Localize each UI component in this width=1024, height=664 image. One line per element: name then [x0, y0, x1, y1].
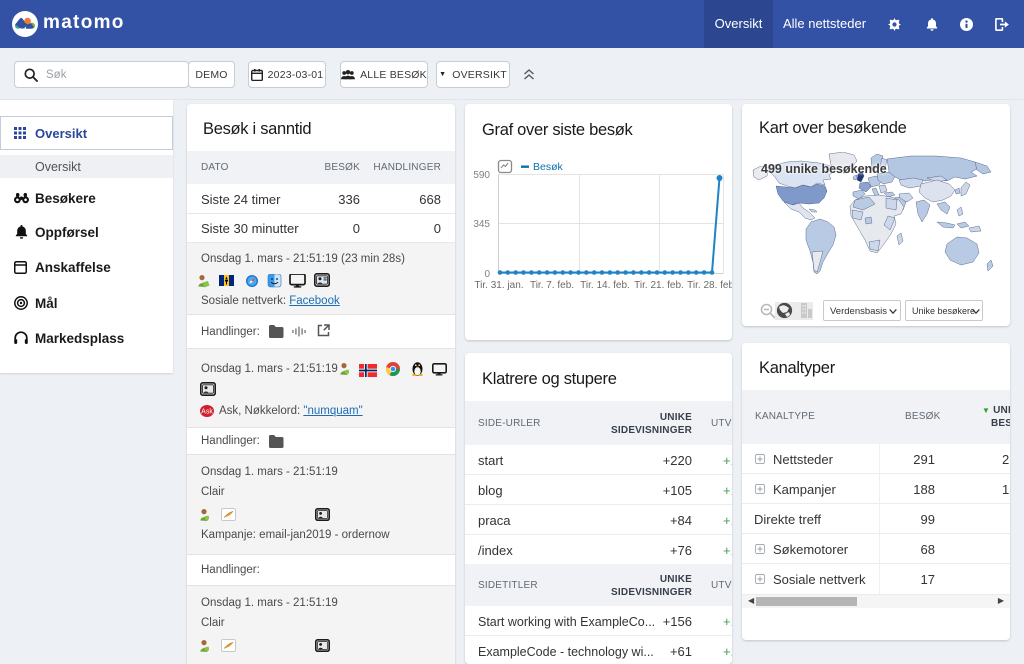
- svg-text:Tir. 7. feb.: Tir. 7. feb.: [530, 280, 574, 291]
- svg-text:Ask: Ask: [201, 409, 213, 416]
- svg-text:345: 345: [473, 219, 490, 230]
- svg-text:0: 0: [484, 269, 490, 280]
- svg-text:Tir. 14. feb.: Tir. 14. feb.: [580, 280, 630, 291]
- svg-text:Tir. 28. feb.: Tir. 28. feb.: [687, 280, 732, 291]
- svg-text:Tir. 21. feb.: Tir. 21. feb.: [634, 280, 684, 291]
- svg-text:Tir. 31. jan.: Tir. 31. jan.: [474, 280, 523, 291]
- svg-text:590: 590: [473, 170, 490, 181]
- svg-text:Besøk: Besøk: [533, 161, 564, 173]
